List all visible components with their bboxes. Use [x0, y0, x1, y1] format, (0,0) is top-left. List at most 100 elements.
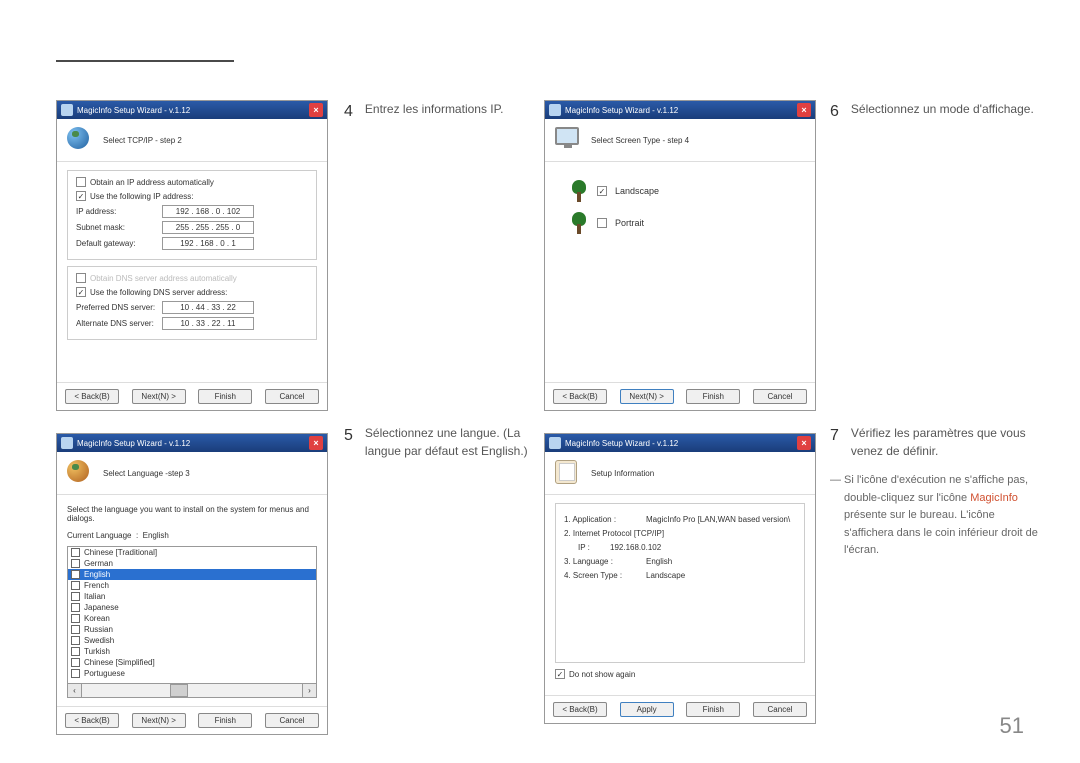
lang-item[interactable]: Swedish: [68, 635, 316, 646]
radio-auto-ip[interactable]: Obtain an IP address automatically: [76, 177, 308, 187]
window-title: MagicInfo Setup Wizard - v.1.12: [565, 106, 797, 115]
wizard-header: Select Language -step 3: [57, 452, 327, 495]
wizard-step4-screentype: MagicInfo Setup Wizard - v.1.12 × Select…: [544, 100, 816, 411]
language-list[interactable]: Chinese [Traditional]GermanEnglishFrench…: [67, 546, 317, 684]
lang-item[interactable]: German: [68, 558, 316, 569]
step-header: Select Language -step 3: [103, 469, 190, 478]
gateway-input[interactable]: 192 . 168 . 0 . 1: [162, 237, 254, 250]
ip-input[interactable]: 192 . 168 . 0 . 102: [162, 205, 254, 218]
radio-manual-dns[interactable]: Use the following DNS server address:: [76, 287, 308, 297]
finish-button[interactable]: Finish: [686, 389, 740, 404]
close-icon[interactable]: ×: [309, 436, 323, 450]
info-screen-label: 4. Screen Type :: [564, 571, 646, 580]
option-landscape[interactable]: Landscape: [569, 180, 791, 202]
back-button[interactable]: < Back(B): [553, 702, 607, 717]
globe-icon: [67, 460, 89, 482]
lang-checkbox[interactable]: [71, 603, 80, 612]
checkbox-landscape[interactable]: [597, 186, 607, 196]
lang-item[interactable]: Turkish: [68, 646, 316, 657]
step7-caption: 7 Vérifiez les paramètres que vous venez…: [830, 424, 1040, 460]
titlebar: MagicInfo Setup Wizard - v.1.12 ×: [57, 434, 327, 452]
current-language: Current Language : English: [67, 529, 317, 546]
cancel-button[interactable]: Cancel: [753, 702, 807, 717]
lang-item[interactable]: English: [68, 569, 316, 580]
lang-checkbox[interactable]: [71, 581, 80, 590]
app-icon: [61, 104, 73, 116]
h-scrollbar[interactable]: ‹ ›: [67, 684, 317, 698]
lang-checkbox[interactable]: [71, 636, 80, 645]
wizard-setup-info: MagicInfo Setup Wizard - v.1.12 × Setup …: [544, 433, 816, 724]
wizard-step2-tcpip: MagicInfo Setup Wizard - v.1.12 × Select…: [56, 100, 328, 411]
lang-checkbox[interactable]: [71, 614, 80, 623]
lang-item[interactable]: Portuguese: [68, 668, 316, 679]
next-button[interactable]: Next(N) >: [132, 713, 186, 728]
lang-item[interactable]: Chinese [Simplified]: [68, 657, 316, 668]
step6-caption: 6 Sélectionnez un mode d'affichage.: [830, 100, 1040, 124]
lang-item[interactable]: Japanese: [68, 602, 316, 613]
hand-doc-icon: [555, 460, 577, 484]
close-icon[interactable]: ×: [309, 103, 323, 117]
step-header: Select Screen Type - step 4: [591, 136, 689, 145]
window-title: MagicInfo Setup Wizard - v.1.12: [77, 439, 309, 448]
alt-dns-label: Alternate DNS server:: [76, 319, 162, 328]
magicinfo-highlight: MagicInfo: [970, 492, 1018, 504]
lang-item[interactable]: Italian: [68, 591, 316, 602]
radio-manual-ip[interactable]: Use the following IP address:: [76, 191, 308, 201]
info-ip-value: 192.168.0.102: [610, 543, 661, 552]
wizard-header: Select TCP/IP - step 2: [57, 119, 327, 162]
lang-item[interactable]: Chinese [Traditional]: [68, 547, 316, 558]
lang-item[interactable]: Russian: [68, 624, 316, 635]
next-button[interactable]: Next(N) >: [620, 389, 674, 404]
info-protocol: 2. Internet Protocol [TCP/IP]: [564, 529, 664, 538]
option-portrait[interactable]: Portrait: [569, 212, 791, 234]
lang-checkbox[interactable]: [71, 669, 80, 678]
close-icon[interactable]: ×: [797, 436, 811, 450]
lang-checkbox[interactable]: [71, 592, 80, 601]
info-ip-label: IP :: [578, 543, 610, 552]
apply-button[interactable]: Apply: [620, 702, 674, 717]
lang-checkbox[interactable]: [71, 625, 80, 634]
cancel-button[interactable]: Cancel: [753, 389, 807, 404]
lang-checkbox[interactable]: [71, 548, 80, 557]
titlebar: MagicInfo Setup Wizard - v.1.12 ×: [545, 434, 815, 452]
lang-checkbox[interactable]: [71, 647, 80, 656]
lang-checkbox[interactable]: [71, 559, 80, 568]
scroll-right-icon[interactable]: ›: [302, 684, 316, 697]
lang-item[interactable]: Korean: [68, 613, 316, 624]
step4-caption: 4 Entrez les informations IP.: [344, 100, 532, 124]
finish-button[interactable]: Finish: [198, 713, 252, 728]
app-icon: [549, 437, 561, 449]
cancel-button[interactable]: Cancel: [265, 389, 319, 404]
finish-button[interactable]: Finish: [198, 389, 252, 404]
checkbox-do-not-show[interactable]: Do not show again: [555, 669, 805, 679]
wizard-header: Select Screen Type - step 4: [545, 119, 815, 162]
header-rule: [56, 60, 234, 62]
step-header: Setup Information: [591, 469, 654, 478]
subnet-input[interactable]: 255 . 255 . 255 . 0: [162, 221, 254, 234]
back-button[interactable]: < Back(B): [65, 713, 119, 728]
lang-checkbox[interactable]: [71, 658, 80, 667]
titlebar: MagicInfo Setup Wizard - v.1.12 ×: [57, 101, 327, 119]
wizard-step3-language: MagicInfo Setup Wizard - v.1.12 × Select…: [56, 433, 328, 735]
ip-label: IP address:: [76, 207, 162, 216]
next-button[interactable]: Next(N) >: [132, 389, 186, 404]
window-title: MagicInfo Setup Wizard - v.1.12: [565, 439, 797, 448]
footnote: Si l'icône d'exécution ne s'affiche pas,…: [830, 472, 1040, 560]
cancel-button[interactable]: Cancel: [265, 713, 319, 728]
pref-dns-input[interactable]: 10 . 44 . 33 . 22: [162, 301, 254, 314]
subnet-label: Subnet mask:: [76, 223, 162, 232]
lang-item[interactable]: French: [68, 580, 316, 591]
back-button[interactable]: < Back(B): [553, 389, 607, 404]
finish-button[interactable]: Finish: [686, 702, 740, 717]
radio-auto-dns: Obtain DNS server address automatically: [76, 273, 308, 283]
checkbox-portrait[interactable]: [597, 218, 607, 228]
back-button[interactable]: < Back(B): [65, 389, 119, 404]
monitor-icon: [555, 127, 579, 145]
close-icon[interactable]: ×: [797, 103, 811, 117]
step-header: Select TCP/IP - step 2: [103, 136, 182, 145]
gateway-label: Default gateway:: [76, 239, 162, 248]
lang-checkbox[interactable]: [71, 570, 80, 579]
scroll-left-icon[interactable]: ‹: [68, 684, 82, 697]
alt-dns-input[interactable]: 10 . 33 . 22 . 11: [162, 317, 254, 330]
scroll-thumb[interactable]: [170, 684, 188, 697]
